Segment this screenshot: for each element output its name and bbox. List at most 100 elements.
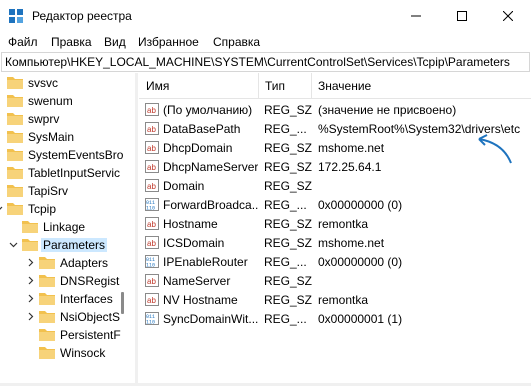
column-separator[interactable] [311, 73, 312, 99]
tree-scrollbar[interactable] [121, 292, 124, 314]
value-type: REG_SZ [264, 217, 313, 231]
chevron-down-icon[interactable] [9, 240, 18, 249]
table-row[interactable]: 011 110 IPEnableRouter REG_... 0x00000000 (0… [139, 252, 531, 271]
value-name: DhcpNameServer [163, 160, 258, 174]
column-name-header[interactable]: Имя [146, 79, 169, 93]
binary-value-icon: 011110 [145, 312, 159, 325]
table-row[interactable]: ab (По умолчанию) REG_SZ (значение не присв… [139, 100, 531, 119]
string-value-icon: ab [145, 293, 159, 306]
tree-item[interactable]: Tcpip [0, 200, 134, 218]
tree-item-label: Winsock [60, 346, 106, 360]
value-name: NV Hostname [163, 293, 238, 307]
close-button[interactable] [485, 0, 531, 32]
key-tree[interactable]: svsvc swenum swprv SysMain SystemEventsBro Ta… [0, 73, 134, 386]
folder-icon [7, 167, 23, 179]
value-data: mshome.net [318, 141, 385, 155]
column-type-header[interactable]: Тип [265, 79, 285, 93]
value-name: ICSDomain [163, 236, 225, 250]
table-row[interactable]: ab NV Hostname REG_SZ remontka [139, 290, 531, 309]
value-type: REG_... [264, 198, 307, 212]
tree-item[interactable]: DNSRegist [0, 272, 134, 290]
tree-item-label: swprv [28, 112, 60, 126]
folder-icon [7, 77, 23, 89]
tree-item-label: swenum [28, 94, 73, 108]
svg-text:ab: ab [147, 239, 156, 248]
chevron-right-icon[interactable] [26, 312, 35, 321]
svg-text:110: 110 [146, 263, 155, 269]
table-row[interactable]: ab NameServer REG_SZ [139, 271, 531, 290]
window-title: Редактор реестра [32, 9, 132, 23]
folder-icon [7, 149, 23, 161]
menu-file[interactable]: Файл [8, 35, 38, 49]
tree-item[interactable]: TapiSrv [0, 182, 134, 200]
folder-icon [7, 203, 23, 215]
value-name: Hostname [163, 217, 218, 231]
minimize-button[interactable] [393, 0, 439, 32]
tree-item[interactable]: swprv [0, 110, 134, 128]
table-row[interactable]: ab ICSDomain REG_SZ mshome.net [139, 233, 531, 252]
column-data-header[interactable]: Значение [318, 79, 371, 93]
tree-item[interactable]: Winsock [0, 344, 134, 362]
tree-item[interactable]: TabletInputServic [0, 164, 134, 182]
value-name: DataBasePath [163, 122, 241, 136]
pane-splitter[interactable] [135, 73, 138, 386]
value-data: 0x00000000 (0) [318, 255, 403, 269]
chevron-right-icon[interactable] [26, 258, 35, 267]
tree-item-label: Interfaces [60, 292, 113, 306]
menu-edit[interactable]: Правка [51, 35, 92, 49]
menu-favorites[interactable]: Избранное [138, 35, 199, 49]
value-name: SyncDomainWit... [163, 312, 258, 326]
menu-help[interactable]: Справка [213, 35, 260, 49]
values-list[interactable]: Имя Тип Значение ab (По умолчанию) REG_SZ (… [139, 73, 531, 386]
value-type: REG_SZ [264, 293, 313, 307]
tree-item[interactable]: NsiObjectS [0, 308, 134, 326]
tree-item-label: SystemEventsBro [28, 148, 124, 162]
value-name: IPEnableRouter [163, 255, 248, 269]
tree-item[interactable]: Interfaces [0, 290, 134, 308]
folder-icon [22, 221, 38, 233]
value-type: REG_SZ [264, 179, 313, 193]
value-data: remontka [318, 293, 369, 307]
tree-item[interactable]: Parameters [0, 236, 134, 254]
table-row[interactable]: 011 110 SyncDomainWit... REG_... 0x00000001 … [139, 309, 531, 328]
value-type: REG_SZ [264, 103, 313, 117]
string-value-icon: ab [145, 236, 159, 249]
value-type: REG_SZ [264, 141, 313, 155]
folder-icon [39, 275, 55, 287]
close-icon [503, 11, 513, 21]
value-type: REG_SZ [264, 236, 313, 250]
string-value-icon: ab [145, 141, 159, 154]
address-bar[interactable]: Компьютер\HKEY_LOCAL_MACHINE\SYSTEM\Curr… [1, 52, 530, 72]
tree-item[interactable]: svsvc [0, 74, 134, 92]
tree-item[interactable]: SysMain [0, 128, 134, 146]
binary-value-icon: 011110 [145, 198, 159, 211]
chevron-right-icon[interactable] [26, 276, 35, 285]
folder-icon [7, 95, 23, 107]
maximize-button[interactable] [439, 0, 485, 32]
tree-item[interactable]: Adapters [0, 254, 134, 272]
table-row[interactable]: ab Domain REG_SZ [139, 176, 531, 195]
tree-item[interactable]: PersistentF [0, 326, 134, 344]
tree-item[interactable]: Linkage [0, 218, 134, 236]
maximize-icon [457, 11, 467, 21]
menu-view[interactable]: Вид [104, 35, 126, 49]
value-data: (значение не присвоено) [318, 103, 457, 117]
folder-icon [39, 311, 55, 323]
tree-item[interactable]: swenum [0, 92, 134, 110]
svg-text:110: 110 [146, 206, 155, 212]
column-headers: Имя Тип Значение [139, 73, 531, 99]
table-row[interactable]: 011 110 ForwardBroadca... REG_... 0x00000000… [139, 195, 531, 214]
tree-item-label: Linkage [43, 220, 86, 234]
value-name: Domain [163, 179, 205, 193]
chevron-right-icon[interactable] [26, 294, 35, 303]
tree-item-label: Adapters [60, 256, 109, 270]
string-value-icon: ab [145, 179, 159, 192]
string-value-icon: ab [145, 160, 159, 173]
tree-item-label: Parameters [41, 238, 108, 252]
annotation-arrow-icon [478, 134, 512, 164]
registry-editor-icon [9, 9, 23, 23]
chevron-down-icon[interactable] [0, 204, 3, 213]
column-separator[interactable] [258, 73, 259, 99]
tree-item[interactable]: SystemEventsBro [0, 146, 134, 164]
table-row[interactable]: ab Hostname REG_SZ remontka [139, 214, 531, 233]
